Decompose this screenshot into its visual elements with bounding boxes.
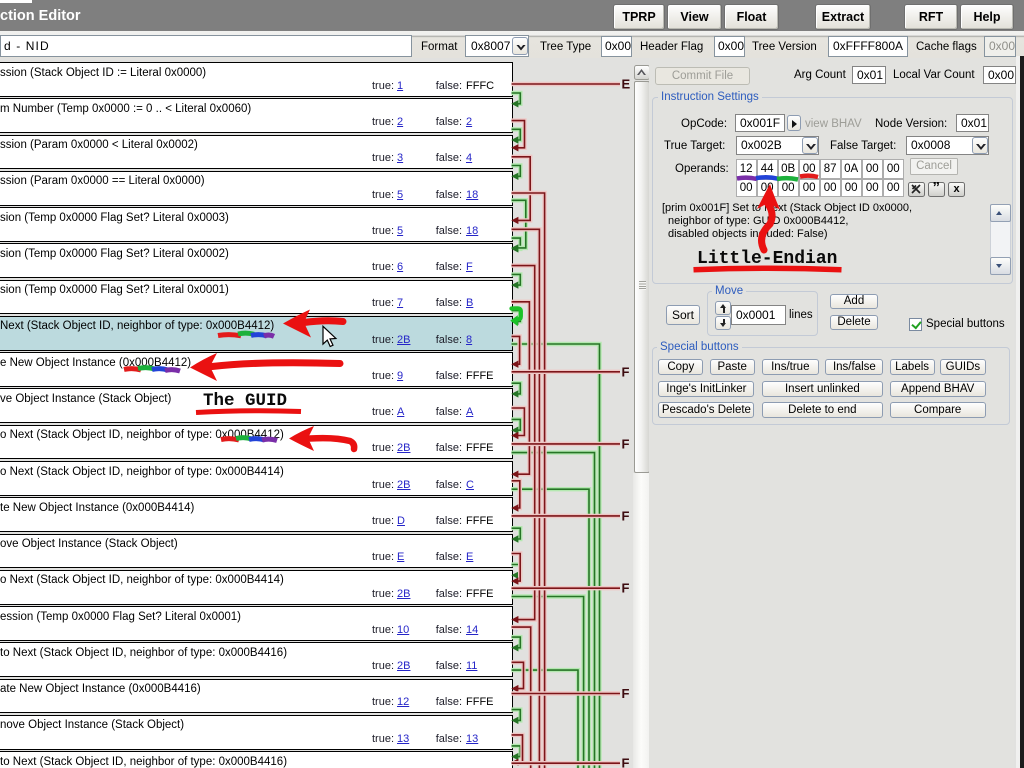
- svg-text:F: F: [622, 686, 630, 701]
- svg-text:E: E: [622, 77, 631, 92]
- svg-text:The GUID: The GUID: [203, 391, 287, 411]
- svg-text:F: F: [622, 581, 630, 596]
- svg-text:F: F: [622, 756, 630, 768]
- svg-text:F: F: [622, 508, 630, 523]
- svg-text:F: F: [622, 436, 630, 451]
- svg-text:F: F: [622, 364, 630, 379]
